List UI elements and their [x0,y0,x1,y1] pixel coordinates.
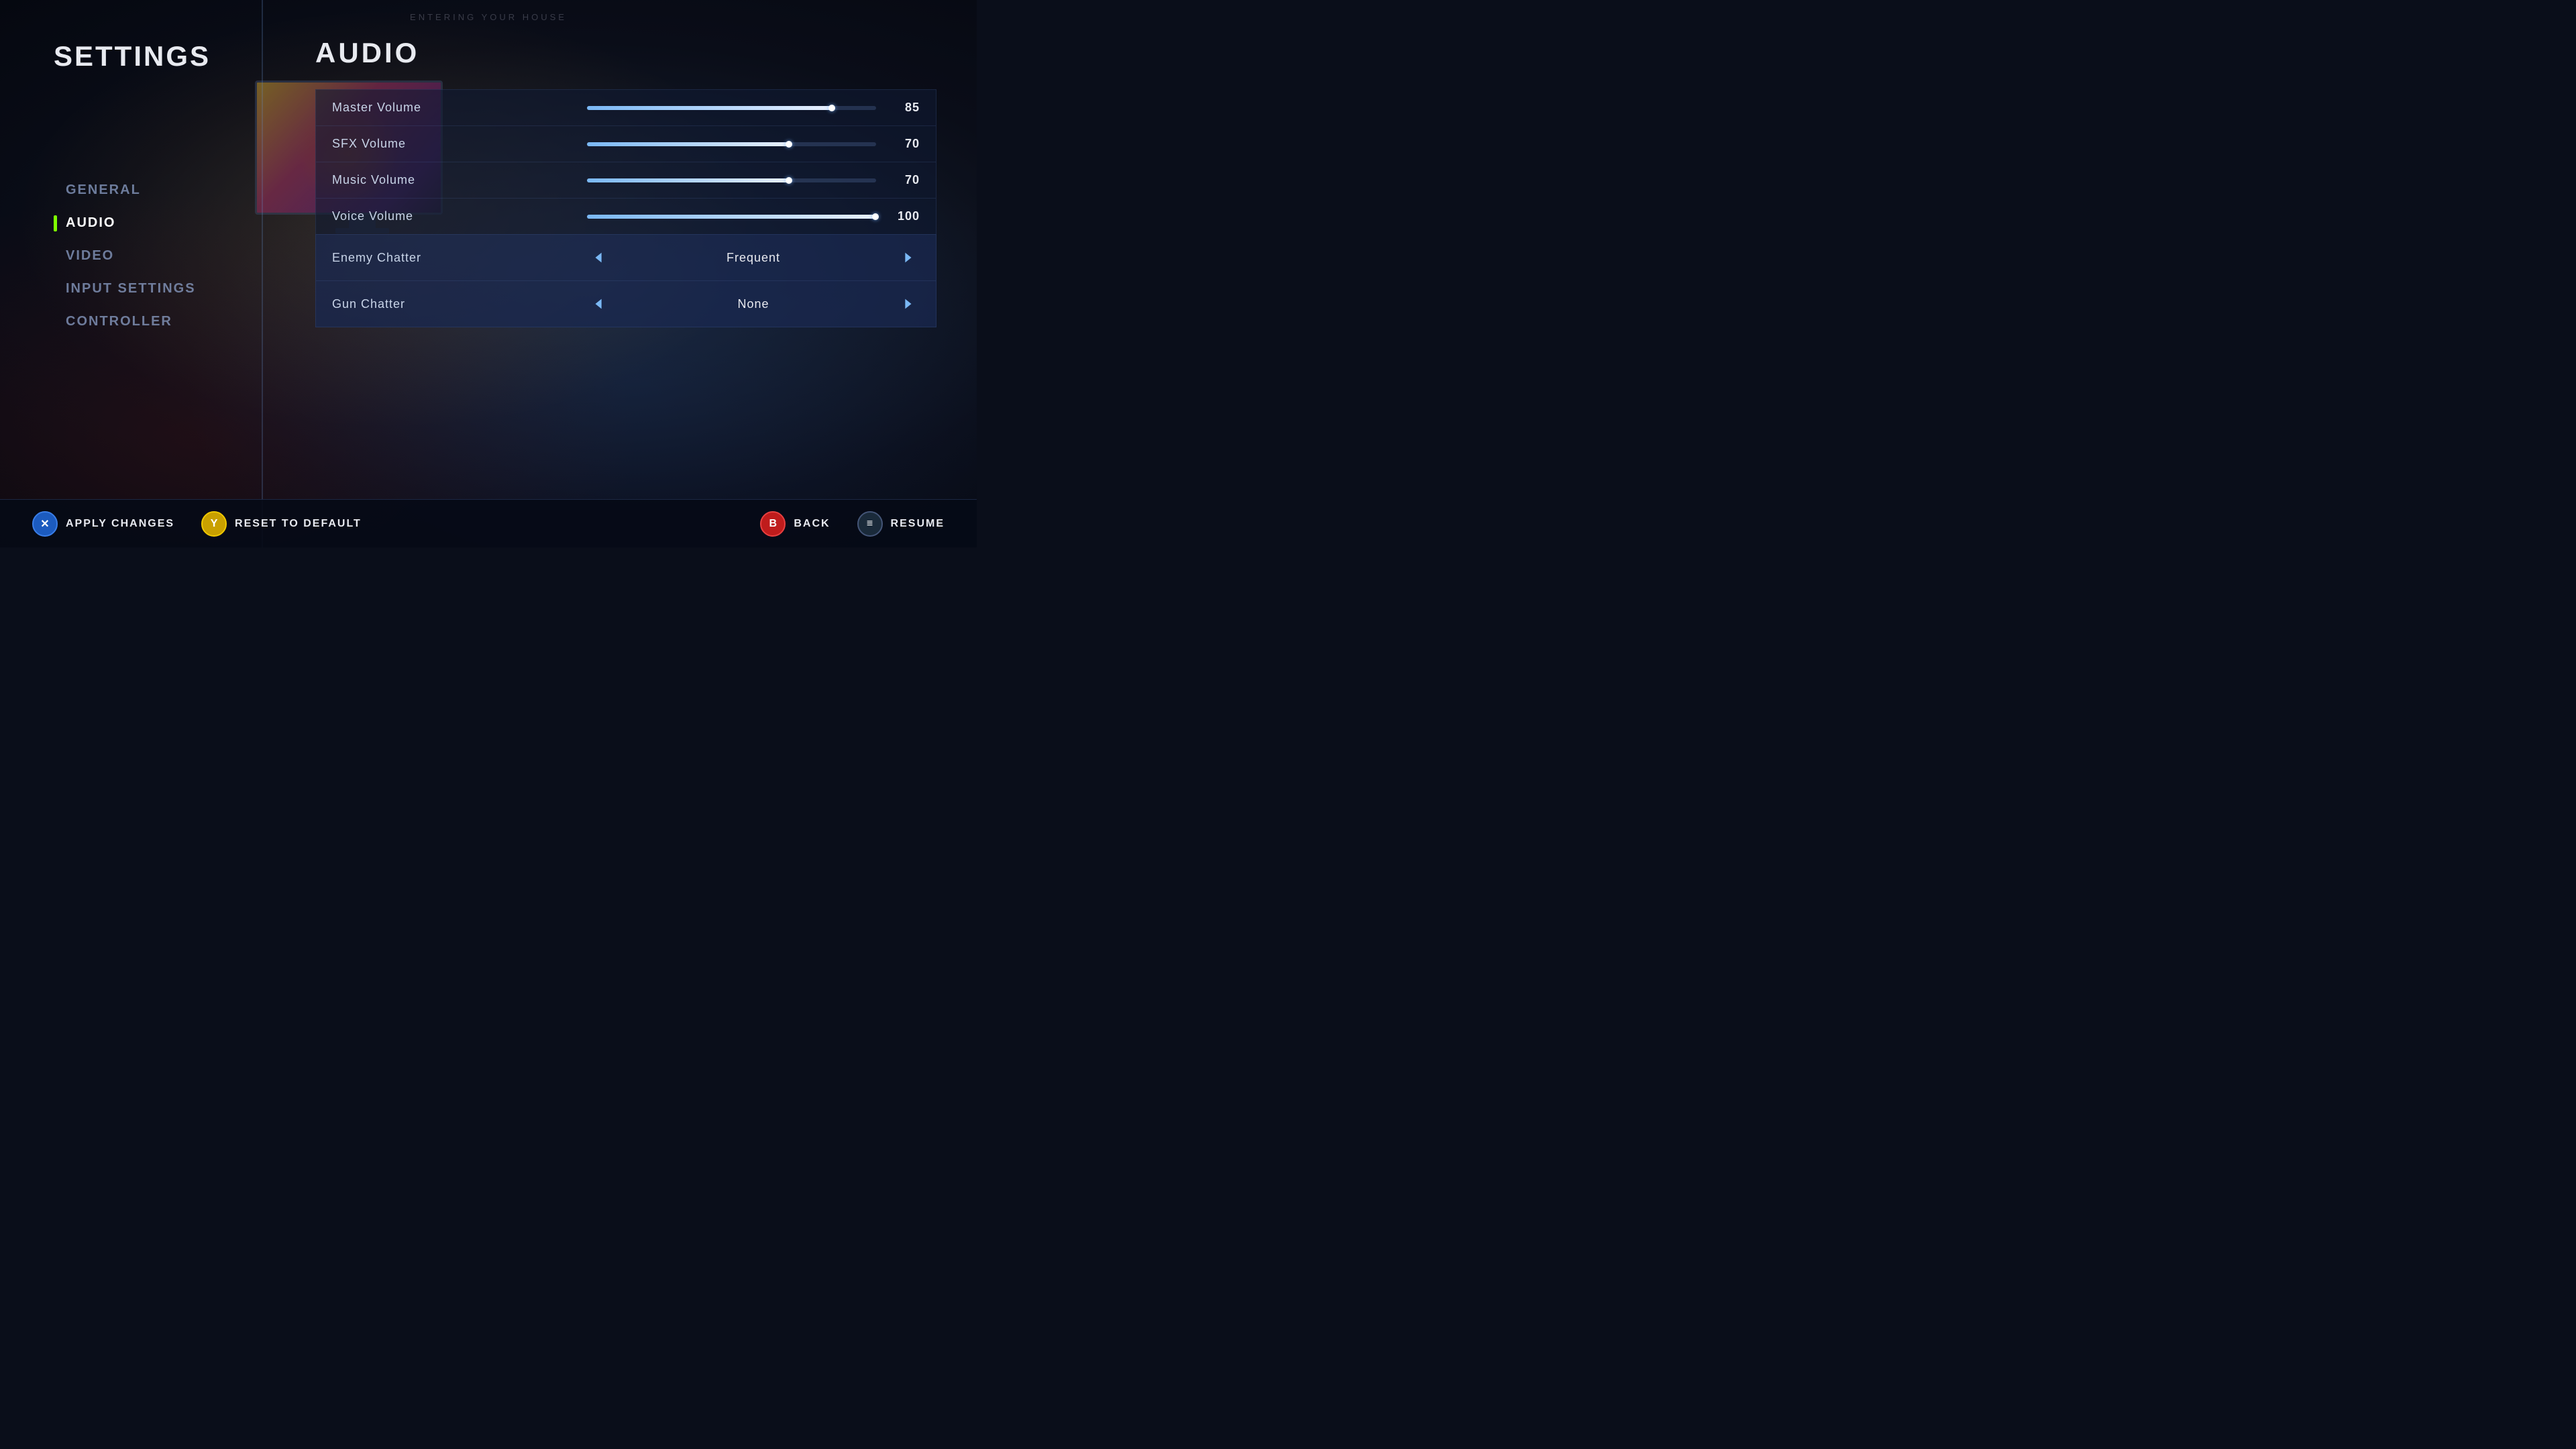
slider-container-sfx-volume[interactable]: 70 [587,137,920,151]
resume-button[interactable]: ≡ RESUME [852,508,950,539]
sidebar-item-controller[interactable]: CONTROLLER [54,311,262,332]
bottom-bar-right: B BACK ≡ RESUME [755,508,950,539]
slider-track-voice-volume[interactable] [587,215,876,219]
x-button-icon: ✕ [32,511,58,537]
sidebar-item-video[interactable]: VIDEO [54,246,262,266]
back-label: BACK [794,518,830,530]
slider-value-voice-volume: 100 [890,209,920,223]
setting-label-voice-volume: Voice Volume [332,209,587,223]
b-button-icon: B [760,511,786,537]
bottom-bar: ✕ APPLY CHANGES Y RESET TO DEFAULT B BAC… [0,499,977,547]
apply-changes-button[interactable]: ✕ APPLY CHANGES [27,508,180,539]
reset-to-default-label: RESET TO DEFAULT [235,518,362,530]
sidebar-item-audio[interactable]: AUDIO [54,213,262,233]
slider-track-sfx-volume[interactable] [587,142,876,146]
sidebar: SETTINGS GENERAL AUDIO VIDEO INPUT SETTI… [0,0,262,547]
setting-label-enemy-chatter: Enemy Chatter [332,251,587,265]
sidebar-divider [262,0,263,547]
slider-container-voice-volume[interactable]: 100 [587,209,920,223]
slider-container-master-volume[interactable]: 85 [587,101,920,115]
settings-list: Master Volume 85 SFX Volume 70 Music Vol… [315,89,936,327]
main-content: AUDIO Master Volume 85 SFX Volume 70 [275,0,977,547]
y-button-icon: Y [201,511,227,537]
enemy-chatter-value: Frequent [611,251,896,265]
section-title: AUDIO [315,37,936,69]
gun-chatter-value: None [611,297,896,311]
sidebar-item-input-settings[interactable]: INPUT SETTINGS [54,278,262,299]
nav-list: GENERAL AUDIO VIDEO INPUT SETTINGS CONTR… [54,180,262,332]
setting-label-sfx-volume: SFX Volume [332,137,587,151]
settings-title: SETTINGS [54,40,262,72]
setting-row-voice-volume: Voice Volume 100 [315,198,936,234]
selector-container-gun-chatter: None [587,292,920,316]
slider-fill-voice-volume [587,215,876,219]
slider-fill-master-volume [587,106,833,110]
menu-button-icon: ≡ [857,511,883,537]
setting-row-music-volume: Music Volume 70 [315,162,936,198]
slider-fill-music-volume [587,178,790,182]
slider-value-master-volume: 85 [890,101,920,115]
enemy-chatter-next-button[interactable] [896,246,920,270]
gun-chatter-next-button[interactable] [896,292,920,316]
slider-track-music-volume[interactable] [587,178,876,182]
setting-row-enemy-chatter: Enemy Chatter Frequent [315,234,936,280]
setting-row-sfx-volume: SFX Volume 70 [315,125,936,162]
setting-label-gun-chatter: Gun Chatter [332,297,587,311]
setting-label-music-volume: Music Volume [332,173,587,187]
slider-value-music-volume: 70 [890,173,920,187]
slider-value-sfx-volume: 70 [890,137,920,151]
bottom-bar-left: ✕ APPLY CHANGES Y RESET TO DEFAULT [27,508,367,539]
slider-track-master-volume[interactable] [587,106,876,110]
back-button[interactable]: B BACK [755,508,835,539]
setting-label-master-volume: Master Volume [332,101,587,115]
resume-label: RESUME [891,518,945,530]
reset-to-default-button[interactable]: Y RESET TO DEFAULT [196,508,367,539]
slider-fill-sfx-volume [587,142,790,146]
slider-container-music-volume[interactable]: 70 [587,173,920,187]
setting-row-master-volume: Master Volume 85 [315,89,936,125]
gun-chatter-prev-button[interactable] [587,292,611,316]
selector-container-enemy-chatter: Frequent [587,246,920,270]
enemy-chatter-prev-button[interactable] [587,246,611,270]
setting-row-gun-chatter: Gun Chatter None [315,280,936,327]
apply-changes-label: APPLY CHANGES [66,518,174,530]
sidebar-item-general[interactable]: GENERAL [54,180,262,201]
